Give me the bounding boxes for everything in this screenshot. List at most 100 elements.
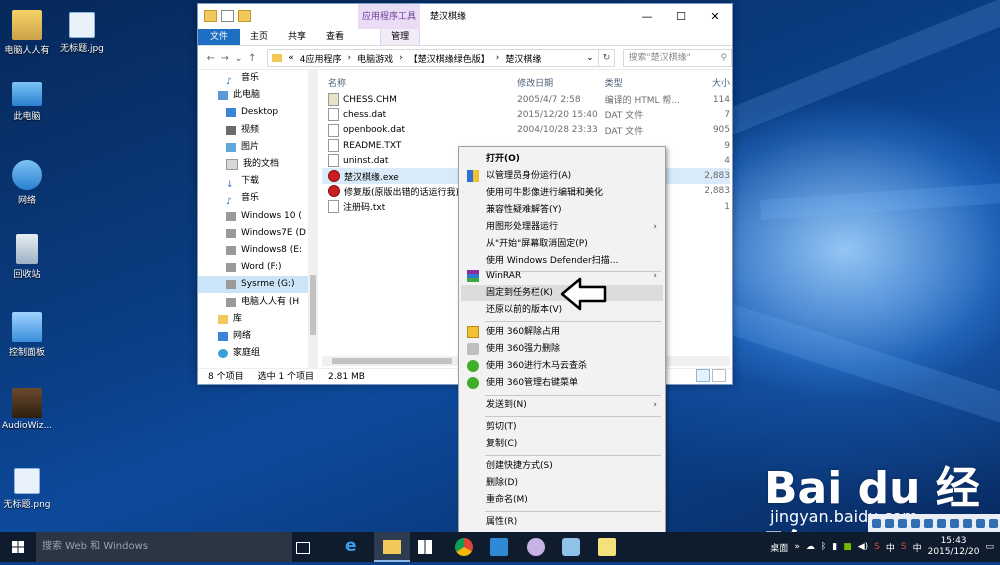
menu-item-rename[interactable]: 重命名(M)	[461, 492, 663, 508]
menu-item-360-force-delete[interactable]: 使用 360强力删除	[461, 341, 663, 357]
column-size[interactable]: 大小	[690, 76, 730, 89]
nav-item[interactable]: 库	[198, 311, 308, 328]
menu-item-open[interactable]: 打开(O)	[461, 151, 663, 167]
tray-app-icon[interactable]	[898, 518, 907, 528]
tray-app-icon[interactable]	[989, 518, 998, 528]
table-row[interactable]: chess.dat 2015/12/20 15:40 DAT 文件 7	[322, 107, 730, 122]
breadcrumb-overflow[interactable]: «	[288, 53, 294, 63]
nav-item[interactable]: 网络	[198, 328, 308, 345]
store-icon[interactable]	[418, 540, 432, 554]
breadcrumb-separator[interactable]: ›	[399, 53, 403, 63]
close-button[interactable]: ✕	[698, 4, 732, 30]
volume-icon[interactable]: ◀)	[858, 542, 868, 552]
scroll-thumb[interactable]	[310, 275, 316, 335]
back-button[interactable]: ←	[204, 53, 218, 64]
table-row[interactable]: openbook.dat 2004/10/28 23:33 DAT 文件 905	[322, 123, 730, 138]
menu-item-360-trojan-scan[interactable]: 使用 360进行木马云查杀	[461, 358, 663, 374]
menu-item-properties[interactable]: 属性(R)	[461, 514, 663, 530]
tray-app-icon[interactable]	[872, 518, 881, 528]
properties-icon[interactable]	[221, 10, 234, 22]
column-date[interactable]: 修改日期	[517, 76, 605, 89]
nav-item[interactable]: ↓ 下载	[198, 173, 308, 190]
paint-icon[interactable]	[562, 538, 580, 556]
forward-button[interactable]: →	[218, 53, 232, 64]
chevron-icon[interactable]: »	[794, 542, 800, 552]
tray-app-icon[interactable]	[924, 518, 933, 528]
app-icon[interactable]	[527, 538, 545, 556]
clock[interactable]: 15:43 2015/12/20	[928, 536, 980, 558]
chrome-icon[interactable]	[455, 538, 473, 556]
menu-item-unpin-from-start[interactable]: 从"开始"屏幕取消固定(P)	[461, 236, 663, 252]
column-name[interactable]: 名称	[322, 76, 517, 89]
desktop-icon-audiowizard[interactable]: AudioWiz...	[0, 388, 62, 431]
nav-item[interactable]: Word (F:)	[198, 259, 308, 276]
notification-icon[interactable]: ▭	[985, 542, 994, 552]
address-dropdown[interactable]: ⌄	[586, 53, 594, 63]
menu-item-troubleshoot-compatibility[interactable]: 兼容性疑难解答(Y)	[461, 202, 663, 218]
menu-item-cut[interactable]: 剪切(T)	[461, 419, 663, 435]
tray-app-icon[interactable]	[885, 518, 894, 528]
nav-item[interactable]: 图片	[198, 139, 308, 156]
nav-item[interactable]: Desktop	[198, 104, 308, 121]
nav-scrollbar[interactable]	[308, 70, 318, 368]
breadcrumb-item[interactable]: 4应用程序	[300, 52, 342, 65]
tab-file[interactable]: 文件	[198, 29, 241, 45]
context-menu[interactable]: 打开(O) 以管理员身份运行(A) 使用可牛影像进行编辑和美化 兼容性疑难解答(…	[458, 146, 666, 534]
nav-item[interactable]: Windows 10 (	[198, 208, 308, 225]
desktop-toolbar-label[interactable]: 桌面	[770, 541, 788, 554]
details-view-button[interactable]	[696, 369, 710, 382]
task-view-icon[interactable]	[296, 542, 310, 554]
desktop-icon-network[interactable]: 网络	[0, 160, 62, 206]
desktop-icon-image[interactable]: 无标题.jpg	[47, 12, 117, 54]
sogou-icon[interactable]: S	[874, 542, 880, 552]
recent-locations-button[interactable]: ⌄	[232, 53, 246, 64]
tray-app-icon[interactable]	[963, 518, 972, 528]
navigation-pane[interactable]: ♪ 音乐 此电脑 Desktop 视频 图片 我的文档 ↓ 下载 ♪ 音乐 Windo…	[198, 70, 309, 368]
menu-item-send-to[interactable]: 发送到(N) ›	[461, 397, 663, 413]
breadcrumb-separator[interactable]: ›	[496, 53, 500, 63]
tray-app-icon[interactable]	[937, 518, 946, 528]
refresh-button[interactable]: ↻	[598, 49, 616, 67]
menu-item-run-as-admin[interactable]: 以管理员身份运行(A)	[461, 168, 663, 184]
up-button[interactable]: ↑	[245, 53, 259, 64]
language-indicator[interactable]: 中	[913, 541, 922, 554]
screenshot-tool-icon[interactable]	[598, 538, 616, 556]
tab-manage[interactable]: 管理	[380, 29, 421, 45]
menu-item-edit-with-keniu[interactable]: 使用可牛影像进行编辑和美化	[461, 185, 663, 201]
tray-app-icon[interactable]	[911, 518, 920, 528]
tab-view[interactable]: 查看	[316, 29, 354, 45]
tray-app-icon[interactable]	[976, 518, 985, 528]
nav-item[interactable]: 我的文档	[198, 156, 308, 173]
desktop-icon-png[interactable]: 无标题.png	[0, 468, 62, 510]
tab-home[interactable]: 主页	[240, 29, 278, 45]
new-folder-icon[interactable]	[238, 10, 251, 22]
breadcrumb-item[interactable]: 楚汉棋缘	[505, 52, 541, 65]
nav-item[interactable]: ♪ 音乐	[198, 190, 308, 207]
bluetooth-icon[interactable]: ᛒ	[821, 542, 826, 552]
menu-item-defender-scan[interactable]: 使用 Windows Defender扫描...	[461, 253, 663, 269]
nav-item-selected[interactable]: Sysrme (G:)	[198, 276, 308, 294]
cloud-icon[interactable]: ☁	[806, 542, 815, 552]
nav-item[interactable]: ♪ 音乐	[198, 70, 308, 87]
file-explorer-icon[interactable]	[383, 540, 401, 554]
address-bar[interactable]: « 4应用程序 › 电脑游戏 › 【楚汉棋缘绿色版】 › 楚汉棋缘 ⌄	[267, 49, 599, 67]
app-icon[interactable]	[490, 538, 508, 556]
nav-item[interactable]: Windows7E (D	[198, 225, 308, 242]
nav-item[interactable]: 电脑人人有 (H	[198, 293, 308, 310]
nav-item[interactable]: 家庭组	[198, 345, 308, 362]
nav-item[interactable]: 视频	[198, 122, 308, 139]
column-type[interactable]: 类型	[605, 76, 691, 89]
menu-item-360-manage-menu[interactable]: 使用 360管理右键菜单	[461, 375, 663, 391]
menu-item-run-with-gpu[interactable]: 用图形处理器运行 ›	[461, 219, 663, 235]
scroll-thumb[interactable]	[332, 358, 452, 364]
taskbar-search-input[interactable]: 搜索 Web 和 Windows	[36, 532, 292, 562]
title-bar[interactable]: 应用程序工具 楚汉棋缘 — ☐ ✕	[198, 4, 732, 30]
breadcrumb-separator[interactable]: ›	[348, 53, 352, 63]
nvidia-icon[interactable]: ■	[843, 542, 852, 552]
menu-item-create-shortcut[interactable]: 创建快捷方式(S)	[461, 458, 663, 474]
desktop-icon-this-pc[interactable]: 此电脑	[0, 82, 62, 122]
minimize-button[interactable]: —	[630, 4, 664, 30]
large-icons-view-button[interactable]	[712, 369, 726, 382]
maximize-button[interactable]: ☐	[664, 4, 698, 30]
network-icon[interactable]: ▮	[832, 542, 837, 552]
